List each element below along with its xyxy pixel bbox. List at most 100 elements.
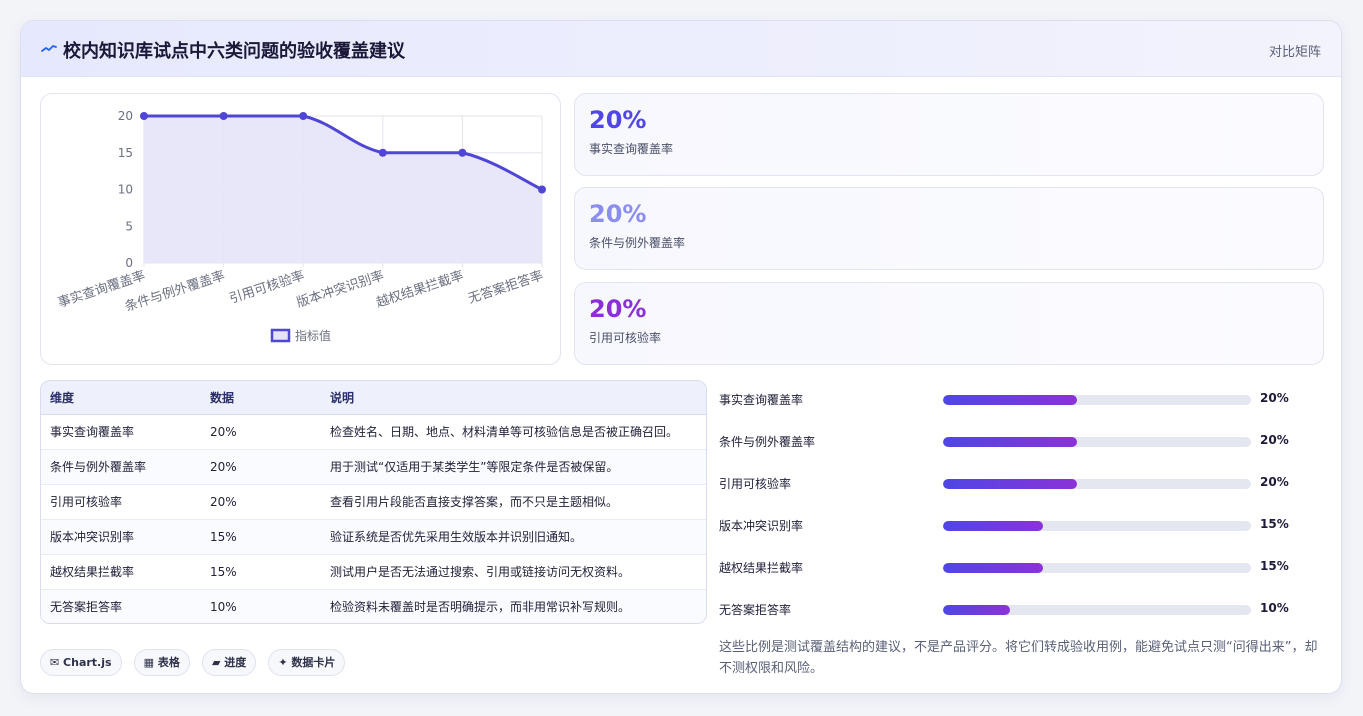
cell-dimension: 无答案拒答率 [41,589,201,623]
table-row: 无答案拒答率 10% 检验资料未覆盖时是否明确提示，而非用常识补写规则。 [41,589,706,623]
line-chart-panel: 0 5 10 15 20 事实查询覆盖率 条件与例外覆盖率 引用可核验率 版本冲突识别率 越权结果… [40,93,561,365]
progress-value: 10% [1260,601,1289,615]
cell-dimension: 版本冲突识别率 [41,519,201,555]
stat-label: 引用可核验率 [589,331,662,345]
cell-description: 用于测试“仅适用于某类学生”等限定条件是否被保留。 [321,449,706,485]
table-row: 引用可核验率 20% 查看引用片段能否直接支撑答案，而不只是主题相似。 [41,484,706,520]
x-tick-label: 版本冲突识别率 [295,268,387,311]
comparison-matrix-link[interactable]: 对比矩阵 [1269,41,1321,60]
column-header-data: 数据 [201,381,321,415]
component-chips: ✉ Chart.js ▦ 表格 ▰ 进度 ✦ 数据卡片 [40,649,352,676]
cell-dimension: 引用可核验率 [41,484,201,520]
cell-data: 20% [201,484,321,520]
stat-card-fact-coverage: 20% 事实查询覆盖率 [574,93,1324,176]
progress-value: 20% [1260,391,1289,405]
stat-label: 事实查询覆盖率 [589,142,674,156]
data-point [458,148,467,157]
progress-value: 15% [1260,517,1289,531]
y-tick-label: 0 [125,256,133,270]
table-row: 事实查询覆盖率 20% 检查姓名、日期、地点、材料清单等可核验信息是否被正确召回… [41,414,706,450]
y-tick-label: 10 [118,183,133,197]
progress-label: 条件与例外覆盖率 [719,435,816,449]
table-row: 条件与例外覆盖率 20% 用于测试“仅适用于某类学生”等限定条件是否被保留。 [41,449,706,485]
sparkline-icon [41,45,57,52]
stat-value: 20% [589,200,647,228]
data-point [219,112,228,120]
y-tick-label: 15 [118,146,133,160]
progress-fill [943,605,1010,615]
data-table: 维度 数据 说明 事实查询覆盖率 20% 检查姓名、日期、地点、材料清单等可核验… [41,381,706,623]
data-table-panel: 维度 数据 说明 事实查询覆盖率 20% 检查姓名、日期、地点、材料清单等可核验… [40,380,707,624]
chip-chartjs[interactable]: ✉ Chart.js [40,649,122,676]
progress-track [943,563,1251,573]
cell-data: 15% [201,519,321,555]
stat-card-citation-verifiable: 20% 引用可核验率 [574,282,1324,365]
table-row: 越权结果拦截率 15% 测试用户是否无法通过搜索、引用或链接访问无权资料。 [41,554,706,590]
main-card: 校内知识库试点中六类问题的验收覆盖建议 对比矩阵 0 5 10 15 20 事实查询覆盖率… [20,20,1342,694]
page-title: 校内知识库试点中六类问题的验收覆盖建议 [63,41,405,62]
stat-value: 20% [589,295,647,323]
progress-track [943,395,1251,405]
column-header-dimension: 维度 [41,381,201,415]
x-tick-label: 引用可核验率 [227,268,306,307]
progress-list: 事实查询覆盖率 20% 条件与例外覆盖率 20% 引用可核验率 20% 版本冲突… [719,383,1329,635]
progress-track [943,437,1251,447]
line-chart: 05101520事实查询覆盖率条件与例外覆盖率 引用可核验率版本冲突识别率越权结果… [56,109,546,343]
progress-fill [943,395,1077,405]
progress-label: 引用可核验率 [719,477,792,491]
chip-data-card[interactable]: ✦ 数据卡片 [268,649,346,676]
column-header-description: 说明 [321,381,706,415]
progress-track [943,479,1251,489]
cell-data: 10% [201,589,321,623]
progress-label: 版本冲突识别率 [719,519,804,533]
progress-row: 越权结果拦截率 15% [719,551,1329,593]
legend-label: 指标值 [295,328,331,343]
cell-dimension: 越权结果拦截率 [41,554,201,590]
table-row: 版本冲突识别率 15% 验证系统是否优先采用生效版本并识别旧通知。 [41,519,706,555]
chip-table[interactable]: ▦ 表格 [133,649,190,676]
cell-description: 查看引用片段能否直接支撑答案，而不只是主题相似。 [321,484,706,520]
progress-row: 版本冲突识别率 15% [719,509,1329,551]
cell-data: 20% [201,414,321,450]
y-tick-label: 20 [118,109,133,123]
progress-value: 15% [1260,559,1289,573]
cell-data: 20% [201,449,321,485]
progress-row: 引用可核验率 20% [719,467,1329,509]
progress-label: 事实查询覆盖率 [719,393,804,407]
cell-data: 15% [201,554,321,590]
y-tick-label: 5 [125,219,133,233]
data-point [538,185,546,194]
stat-card-condition-coverage: 20% 条件与例外覆盖率 [574,187,1324,270]
progress-row: 条件与例外覆盖率 20% [719,425,1329,467]
card-header: 校内知识库试点中六类问题的验收覆盖建议 对比矩阵 [21,21,1341,77]
series-area [144,116,542,263]
progress-label: 越权结果拦截率 [719,561,804,575]
progress-fill [943,437,1077,447]
table-header-row: 维度 数据 说明 [41,381,706,415]
data-point [299,112,308,120]
progress-fill [943,563,1044,573]
progress-label: 无答案拒答率 [719,603,792,617]
progress-row: 事实查询覆盖率 20% [719,383,1329,425]
cell-description: 检查姓名、日期、地点、材料清单等可核验信息是否被正确召回。 [321,414,706,450]
progress-fill [943,479,1077,489]
progress-fill [943,521,1044,531]
x-tick-label: 无答案拒答率 [466,268,545,307]
data-point [378,148,387,157]
stat-label: 条件与例外覆盖率 [589,236,686,250]
cell-description: 检验资料未覆盖时是否明确提示，而非用常识补写规则。 [321,589,706,623]
data-point [140,112,148,120]
progress-track [943,605,1251,615]
legend-swatch [270,328,291,343]
progress-value: 20% [1260,475,1289,489]
progress-track [943,521,1251,531]
progress-value: 20% [1260,433,1289,447]
chip-progress[interactable]: ▰ 进度 [201,649,257,676]
footnote: 这些比例是测试覆盖结构的建议，不是产品评分。将它们转成验收用例，能避免试点只测“… [719,640,1318,676]
cell-dimension: 事实查询覆盖率 [41,414,201,450]
cell-dimension: 条件与例外覆盖率 [41,449,201,485]
cell-description: 测试用户是否无法通过搜索、引用或链接访问无权资料。 [321,554,706,590]
stat-value: 20% [589,106,647,134]
progress-row: 无答案拒答率 10% [719,593,1329,635]
x-tick-label: 越权结果拦截率 [374,268,466,311]
